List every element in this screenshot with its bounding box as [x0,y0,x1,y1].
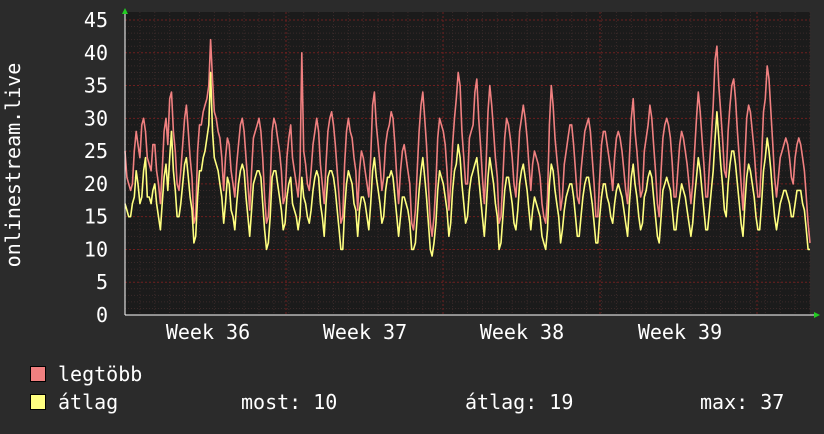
y-tick-label: 20 [84,172,108,196]
traffic-chart: 0 5 10 15 20 25 30 35 40 45 Week 36 Week 37 Week 38 W… [0,0,824,430]
legend-item-avg: átlag [30,390,118,414]
x-axis-arrow [814,312,820,318]
y-tick-label: 5 [96,270,108,294]
legend-label-max: legtöbb [58,362,143,386]
x-tick-label: Week 39 [638,320,722,344]
stat-now: most: 10 [241,390,338,414]
y-tick-label: 0 [96,303,108,327]
y-tick-label: 10 [84,237,108,261]
y-tick-label: 40 [84,41,108,65]
legend-item-max: legtöbb [30,362,142,386]
y-tick-label: 30 [84,106,108,130]
x-tick-label: Week 36 [166,320,250,344]
x-tick-label: Week 38 [480,320,564,344]
x-tick-label: Week 37 [323,320,407,344]
stat-maximum: max: 37 [700,390,785,414]
y-tick-label: 15 [84,205,108,229]
y-tick-label: 25 [84,139,108,163]
y-tick-label: 35 [84,74,108,98]
legend-swatch-avg [30,394,46,410]
stat-average: átlag: 19 [465,390,574,414]
y-axis-arrow [122,8,128,14]
y-axis-title: onlinestream.live [1,63,25,268]
legend-label-avg: átlag [58,390,119,414]
y-tick-label: 45 [84,8,108,32]
legend-swatch-max [30,366,46,382]
